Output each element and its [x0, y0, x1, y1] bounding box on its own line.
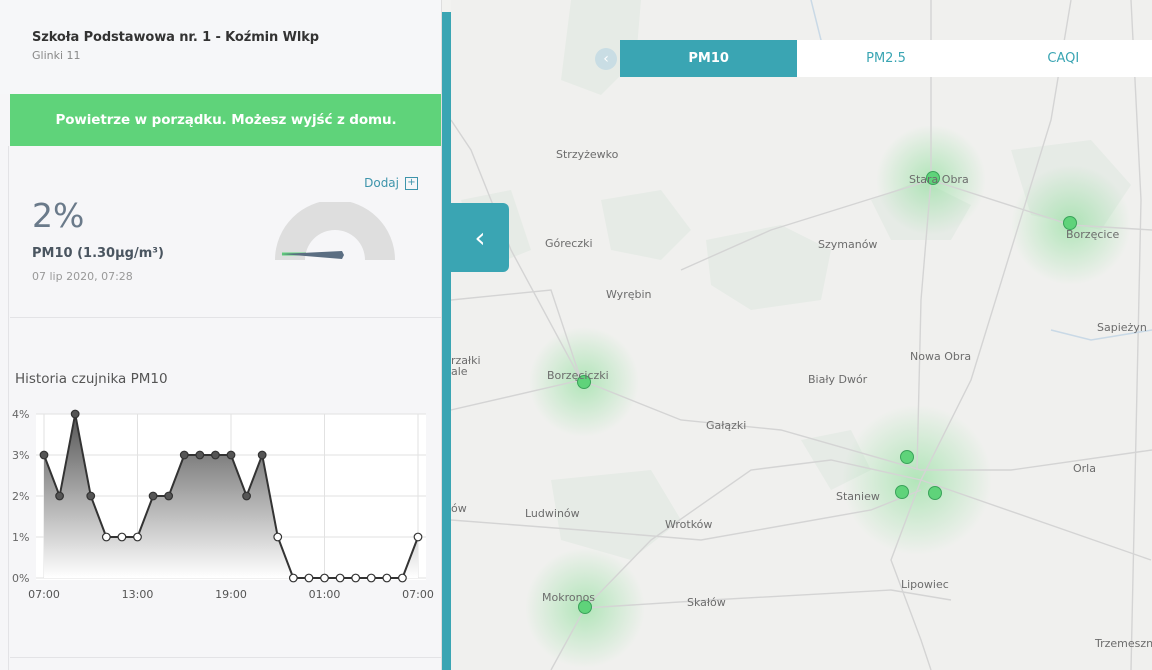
reading-timestamp: 07 lip 2020, 07:28	[32, 270, 133, 283]
place-label: ale	[451, 365, 468, 378]
sensor-marker[interactable]	[895, 485, 909, 499]
add-label: Dodaj	[364, 176, 399, 190]
place-label: Borzęcice	[1066, 228, 1120, 241]
chart-data-point	[164, 491, 174, 501]
chart-data-point	[242, 491, 251, 501]
chart-y-tick-label: 0%	[12, 572, 29, 585]
chart-data-point	[366, 573, 376, 583]
place-label: Góreczki	[545, 237, 593, 250]
chart-x-tick-label: 13:00	[122, 588, 154, 601]
place-label: Lipowiec	[901, 578, 949, 591]
chart-data-point	[273, 532, 283, 542]
tab-pm25[interactable]: PM2.5	[797, 40, 974, 77]
chart-data-point	[86, 491, 96, 501]
gauge-track	[275, 202, 395, 260]
place-label: ów	[451, 502, 467, 515]
pm10-history-chart: 0% 1% 2% 3% 4% 07:00 13:00 19:00 01:00 07:00	[12, 408, 434, 601]
place-label: Ludwinów	[525, 507, 580, 520]
station-panel: Szkoła Podstawowa nr. 1 - Koźmin Wlkp Gl…	[0, 0, 442, 670]
plus-square-icon: +	[405, 176, 418, 190]
chart-data-point	[195, 450, 205, 460]
add-station-button[interactable]: Dodaj +	[364, 176, 418, 190]
place-label: Sapieżyn	[1097, 321, 1147, 334]
place-label: Wrotków	[665, 518, 713, 531]
chart-data-point	[101, 532, 111, 542]
chart-data-point	[257, 450, 267, 460]
station-address: Glinki 11	[32, 49, 81, 62]
place-label: Mokronos	[542, 591, 596, 604]
place-label: Trzemeszn	[1095, 637, 1152, 650]
station-name: Szkoła Podstawowa nr. 1 - Koźmin Wlkp	[32, 30, 319, 45]
place-label: Wyrębin	[606, 288, 652, 301]
chart-data-point	[288, 573, 298, 583]
place-label: Borzęciczki	[547, 369, 609, 382]
chart-data-point	[148, 491, 158, 501]
chart-data-point	[39, 450, 49, 460]
map-background	[451, 0, 1152, 670]
place-label: Gałązki	[706, 419, 747, 432]
chevron-left-icon: ‹	[603, 51, 609, 67]
back-button[interactable]: ‹	[595, 48, 617, 70]
panel-divider	[10, 657, 441, 658]
chart-data-point	[398, 573, 407, 583]
chart-data-point	[55, 491, 64, 501]
chart-x-tick-label: 07:00	[28, 588, 60, 601]
chart-y-tick-label: 2%	[12, 490, 29, 503]
place-label: Nowa Obra	[910, 350, 972, 363]
tab-caqi[interactable]: CAQI	[975, 40, 1152, 77]
chart-x-tick-label: 01:00	[309, 588, 341, 601]
chart-data-point	[413, 532, 423, 542]
panel-divider-bar	[442, 12, 451, 670]
place-label: Skałów	[687, 596, 726, 609]
chart-data-point	[179, 450, 189, 460]
chart-data-point	[304, 573, 314, 583]
chart-y-tick-label: 3%	[12, 449, 29, 462]
place-label: Szymanów	[818, 238, 878, 251]
tab-pm10[interactable]: PM10	[620, 40, 798, 77]
place-label: Stara Obra	[909, 173, 969, 186]
history-title: Historia czujnika PM10	[15, 371, 168, 387]
chart-data-point	[335, 573, 345, 583]
chevron-left-icon: ‹	[474, 221, 486, 254]
chart-data-point	[211, 450, 220, 460]
chart-data-point	[133, 532, 142, 542]
forest-areas	[461, 0, 1131, 560]
collapse-panel-button[interactable]: ‹	[451, 203, 509, 272]
place-label: Orla	[1073, 462, 1096, 475]
chart-y-tick-label: 1%	[12, 531, 29, 544]
chart-x-tick-label: 19:00	[215, 588, 247, 601]
pollution-gauge	[275, 202, 395, 260]
chart-data-point	[70, 409, 80, 419]
place-label: Strzyżewko	[556, 148, 619, 161]
pollution-percent: 2%	[32, 196, 85, 235]
chart-data-point	[351, 573, 361, 583]
sensor-marker[interactable]	[928, 486, 942, 500]
chart-data-point	[320, 573, 329, 583]
chart-data-point	[226, 450, 236, 460]
place-label: Staniew	[836, 490, 880, 503]
pm10-value: PM10 (1.30µg/m³)	[32, 246, 164, 261]
map[interactable]: Strzyżewko Stara Obra Borzęcice Góreczki…	[451, 0, 1152, 670]
place-label: Biały Dwór	[808, 373, 868, 386]
chart-data-point	[382, 573, 392, 583]
air-quality-status-banner: Powietrze w porządku. Możesz wyjść z dom…	[10, 94, 441, 146]
current-reading: Dodaj + 2% PM10 (1.30µg/m³) 07 lip 2020,…	[10, 146, 441, 318]
chart-y-tick-label: 4%	[12, 408, 29, 421]
sensor-marker[interactable]	[900, 450, 914, 464]
chart-x-tick-label: 07:00	[402, 588, 434, 601]
station-header: Szkoła Podstawowa nr. 1 - Koźmin Wlkp Gl…	[0, 0, 441, 94]
chart-data-point	[117, 532, 127, 542]
pollutant-tabs: PM10 PM2.5 CAQI	[620, 40, 1152, 77]
